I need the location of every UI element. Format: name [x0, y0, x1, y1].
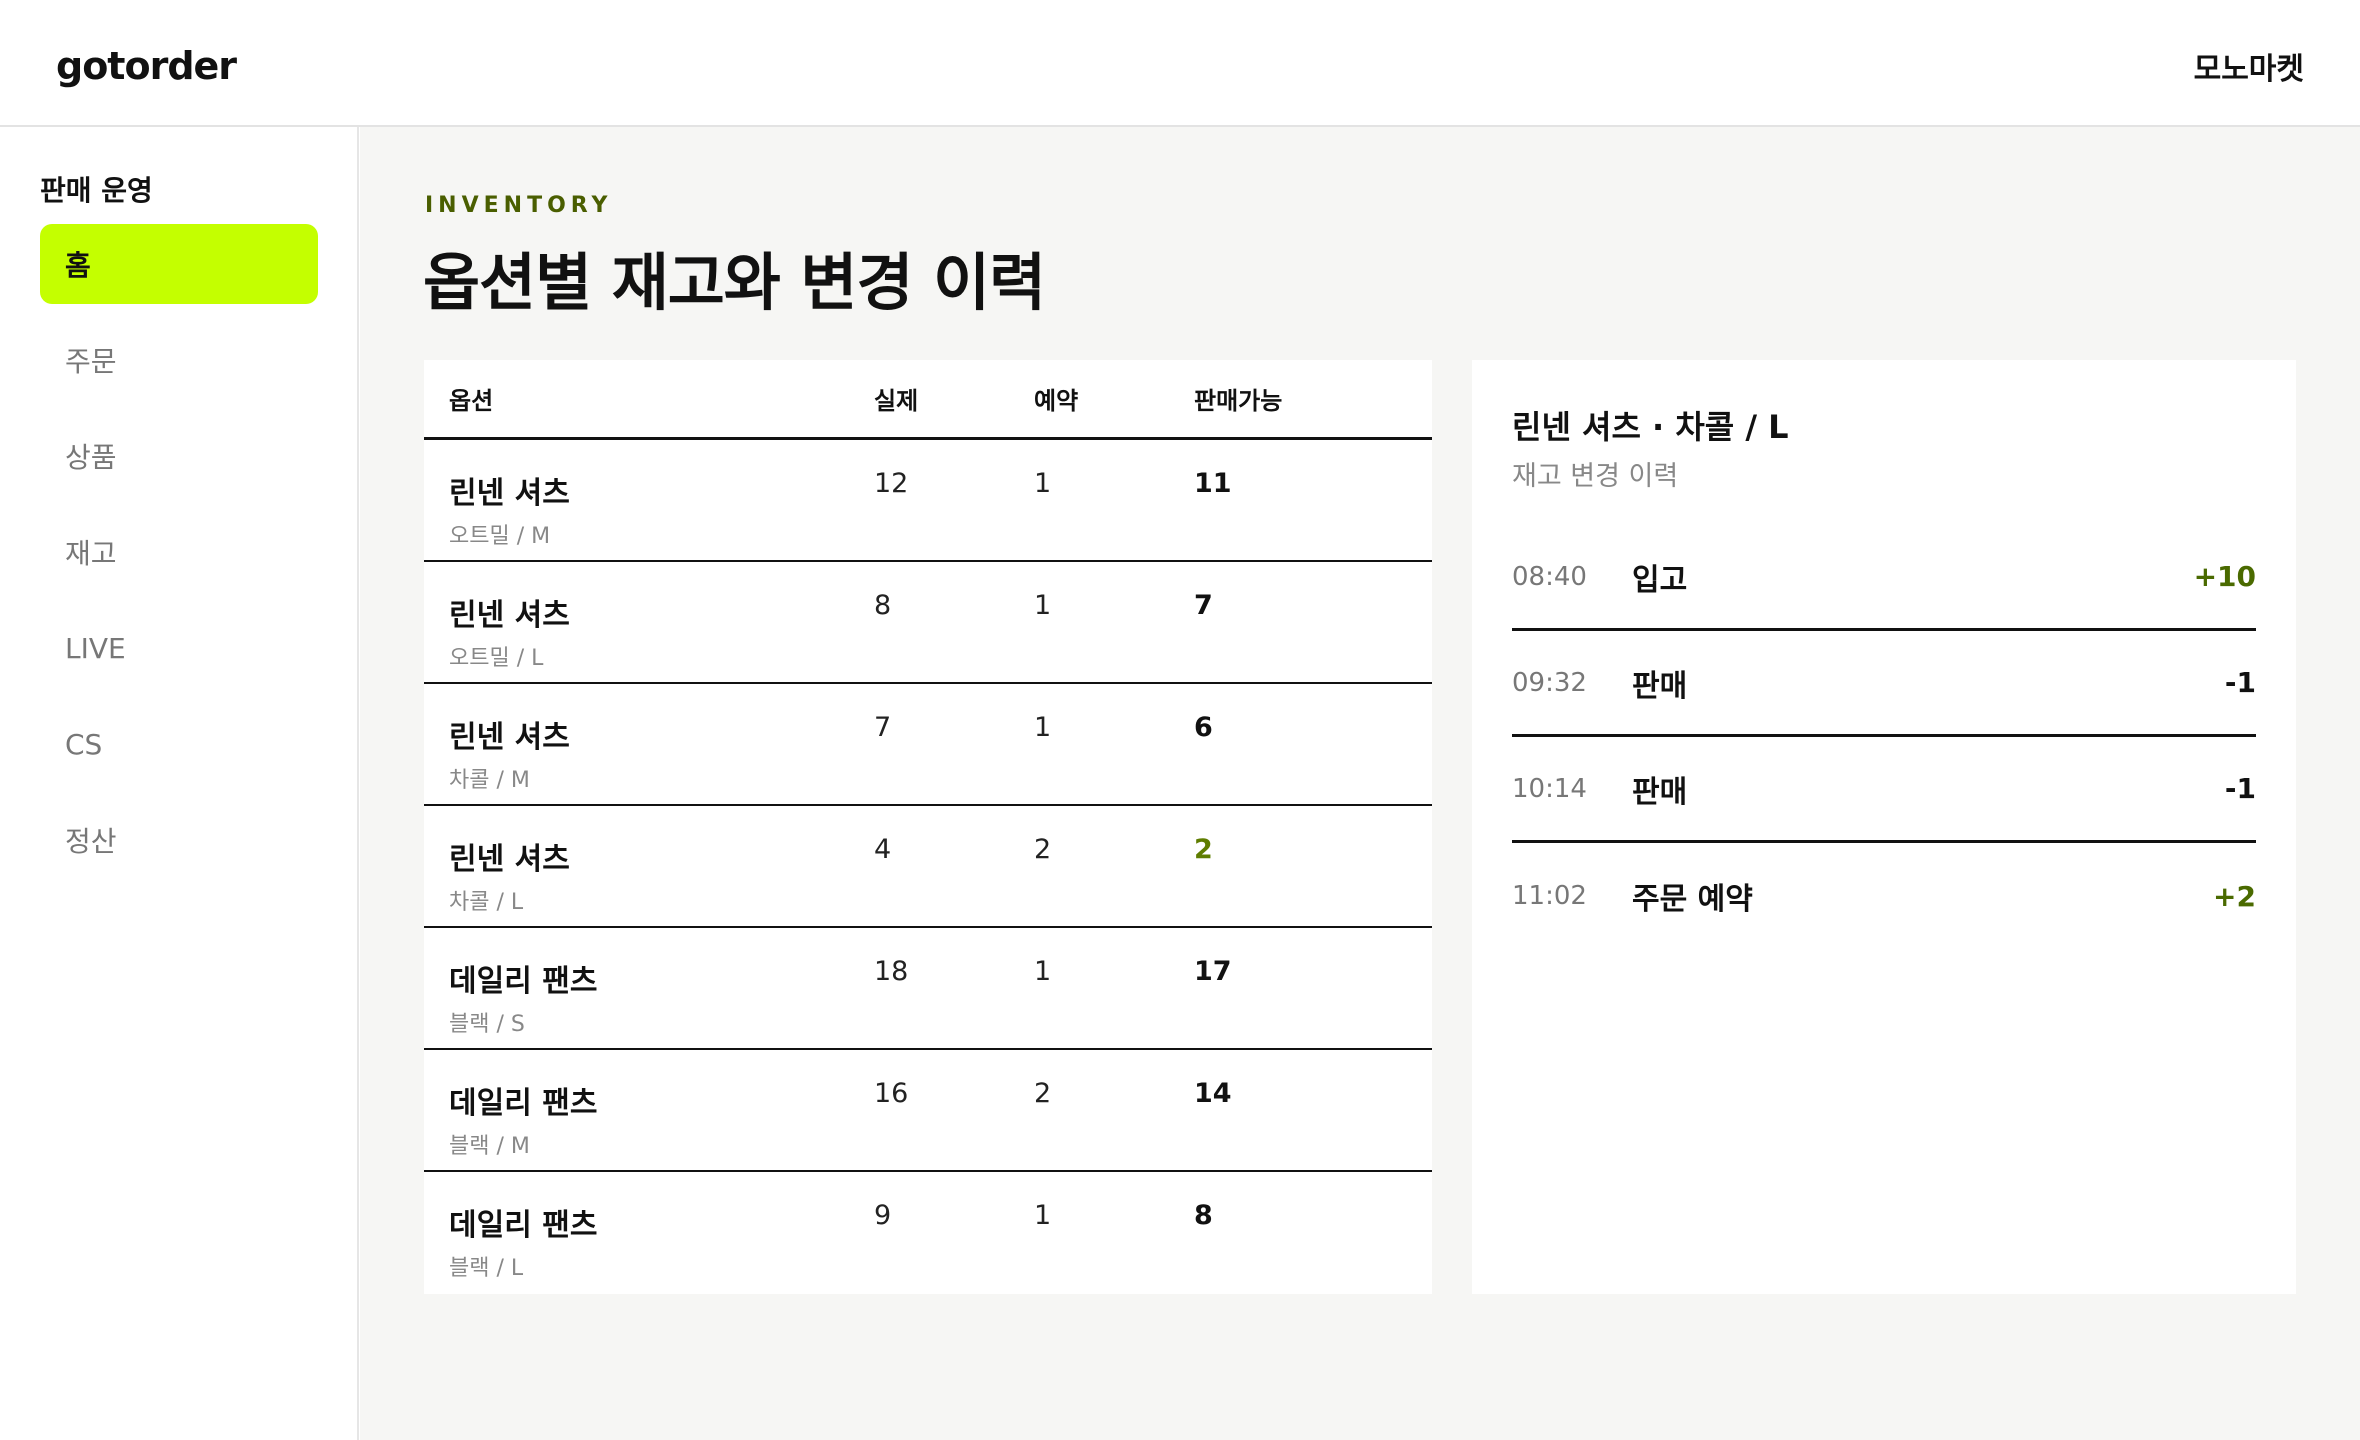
- available-qty: 8: [1194, 1200, 1213, 1231]
- inventory-table: 옵션 실제 예약 판매가능 린넨 셔츠 오트밀 / M 12 1 11 린넨 셔…: [424, 360, 1432, 1294]
- history-type: 주문 예약: [1632, 882, 1753, 917]
- option-name: 데일리 팬츠: [449, 1086, 598, 1121]
- table-row-selected[interactable]: 린넨 셔츠 차콜 / L 4 2 2: [424, 806, 1432, 928]
- table-row[interactable]: 데일리 팬츠 블랙 / S 18 1 17: [424, 928, 1432, 1050]
- history-entry: 11:02 주문 예약 +2: [1512, 843, 2256, 949]
- main-content: INVENTORY 옵션별 재고와 변경 이력 옵션 실제 예약 판매가능 린넨…: [360, 127, 2360, 1440]
- actual-qty: 7: [874, 712, 892, 743]
- available-qty: 14: [1194, 1078, 1232, 1109]
- history-list: 08:40 입고 +10 09:32 판매 -1 10:14 판매 -1 11:…: [1512, 525, 2256, 949]
- option-cell: 데일리 팬츠 블랙 / M: [424, 1050, 874, 1170]
- actual-qty: 12: [874, 468, 909, 499]
- actual-qty: 4: [874, 834, 892, 865]
- history-time: 09:32: [1512, 667, 1587, 698]
- table-row[interactable]: 린넨 셔츠 차콜 / M 7 1 6: [424, 684, 1432, 806]
- option-name: 린넨 셔츠: [449, 598, 570, 633]
- history-entry: 09:32 판매 -1: [1512, 631, 2256, 737]
- option-name: 린넨 셔츠: [449, 720, 570, 755]
- page-eyebrow: INVENTORY: [425, 193, 613, 218]
- history-time: 08:40: [1512, 561, 1587, 592]
- column-header-available: 판매가능: [1194, 387, 1283, 415]
- history-type: 판매: [1632, 668, 1688, 704]
- store-name[interactable]: 모노마켓: [2194, 44, 2304, 88]
- option-name: 데일리 팬츠: [449, 1208, 598, 1243]
- table-row[interactable]: 데일리 팬츠 블랙 / M 16 2 14: [424, 1050, 1432, 1172]
- app-logo[interactable]: gotorder: [56, 44, 237, 88]
- history-delta: -1: [2224, 772, 2256, 805]
- inventory-history-panel: 린넨 셔츠 · 차콜 / L 재고 변경 이력 08:40 입고 +10 09:…: [1472, 360, 2296, 1294]
- column-header-actual: 실제: [874, 387, 919, 415]
- option-variant: 차콜 / L: [449, 890, 524, 915]
- reserved-qty: 1: [1034, 956, 1052, 987]
- actual-qty: 9: [874, 1200, 892, 1231]
- available-qty: 6: [1194, 712, 1213, 743]
- option-cell: 데일리 팬츠 블랙 / L: [424, 1172, 874, 1294]
- reserved-qty: 2: [1034, 834, 1052, 865]
- option-variant: 오트밀 / M: [449, 524, 551, 549]
- option-variant: 블랙 / S: [449, 1012, 525, 1037]
- option-cell: 린넨 셔츠 차콜 / M: [424, 684, 874, 804]
- history-entry: 08:40 입고 +10: [1512, 525, 2256, 631]
- reserved-qty: 1: [1034, 712, 1052, 743]
- option-cell: 린넨 셔츠 오트밀 / M: [424, 440, 874, 560]
- history-delta: +2: [2213, 879, 2256, 913]
- reserved-qty: 2: [1034, 1078, 1052, 1109]
- top-bar: gotorder 모노마켓: [0, 0, 2360, 127]
- sidebar-item-products[interactable]: 상품: [40, 416, 318, 496]
- table-row[interactable]: 린넨 셔츠 오트밀 / M 12 1 11: [424, 440, 1432, 562]
- reserved-qty: 1: [1034, 590, 1052, 621]
- history-delta: -1: [2224, 666, 2256, 699]
- reserved-qty: 1: [1034, 1200, 1052, 1231]
- history-type: 판매: [1632, 774, 1688, 810]
- available-qty-low: 2: [1194, 834, 1213, 865]
- table-row[interactable]: 린넨 셔츠 오트밀 / L 8 1 7: [424, 562, 1432, 684]
- actual-qty: 18: [874, 956, 909, 987]
- history-type: 입고: [1632, 562, 1688, 598]
- sidebar-item-home[interactable]: 홈: [40, 224, 318, 304]
- option-variant: 블랙 / M: [449, 1134, 530, 1159]
- option-name: 린넨 셔츠: [449, 476, 570, 511]
- history-subtitle: 재고 변경 이력: [1512, 461, 1679, 492]
- column-header-option: 옵션: [449, 387, 494, 415]
- reserved-qty: 1: [1034, 468, 1052, 499]
- available-qty: 11: [1194, 468, 1232, 499]
- sidebar-item-cs[interactable]: CS: [40, 704, 318, 784]
- option-variant: 차콜 / M: [449, 768, 530, 793]
- option-cell: 린넨 셔츠 오트밀 / L: [424, 562, 874, 682]
- sidebar-item-inventory[interactable]: 재고: [40, 512, 318, 592]
- actual-qty: 8: [874, 590, 892, 621]
- sidebar-section-title: 판매 운영: [40, 174, 153, 207]
- option-cell: 데일리 팬츠 블랙 / S: [424, 928, 874, 1048]
- history-delta: +10: [2193, 560, 2256, 593]
- option-variant: 블랙 / L: [449, 1256, 524, 1281]
- sidebar-item-orders[interactable]: 주문: [40, 320, 318, 400]
- option-name: 린넨 셔츠: [449, 842, 570, 877]
- column-header-reserved: 예약: [1034, 387, 1079, 415]
- available-qty: 17: [1194, 956, 1232, 987]
- table-row[interactable]: 데일리 팬츠 블랙 / L 9 1 8: [424, 1172, 1432, 1294]
- history-time: 11:02: [1512, 881, 1587, 911]
- option-cell: 린넨 셔츠 차콜 / L: [424, 806, 874, 926]
- table-header: 옵션 실제 예약 판매가능: [424, 360, 1432, 440]
- page-title: 옵션별 재고와 변경 이력: [423, 246, 1046, 319]
- sidebar: 판매 운영 홈 주문 상품 재고 LIVE CS 정산: [0, 127, 359, 1440]
- history-time: 10:14: [1512, 773, 1587, 804]
- sidebar-nav: 홈 주문 상품 재고 LIVE CS 정산: [40, 224, 318, 896]
- history-title: 린넨 셔츠 · 차콜 / L: [1512, 408, 1789, 446]
- actual-qty: 16: [874, 1078, 909, 1109]
- option-variant: 오트밀 / L: [449, 646, 544, 671]
- sidebar-item-live[interactable]: LIVE: [40, 608, 318, 688]
- history-entry: 10:14 판매 -1: [1512, 737, 2256, 843]
- available-qty: 7: [1194, 590, 1213, 621]
- option-name: 데일리 팬츠: [449, 964, 598, 999]
- sidebar-item-settlement[interactable]: 정산: [40, 800, 318, 880]
